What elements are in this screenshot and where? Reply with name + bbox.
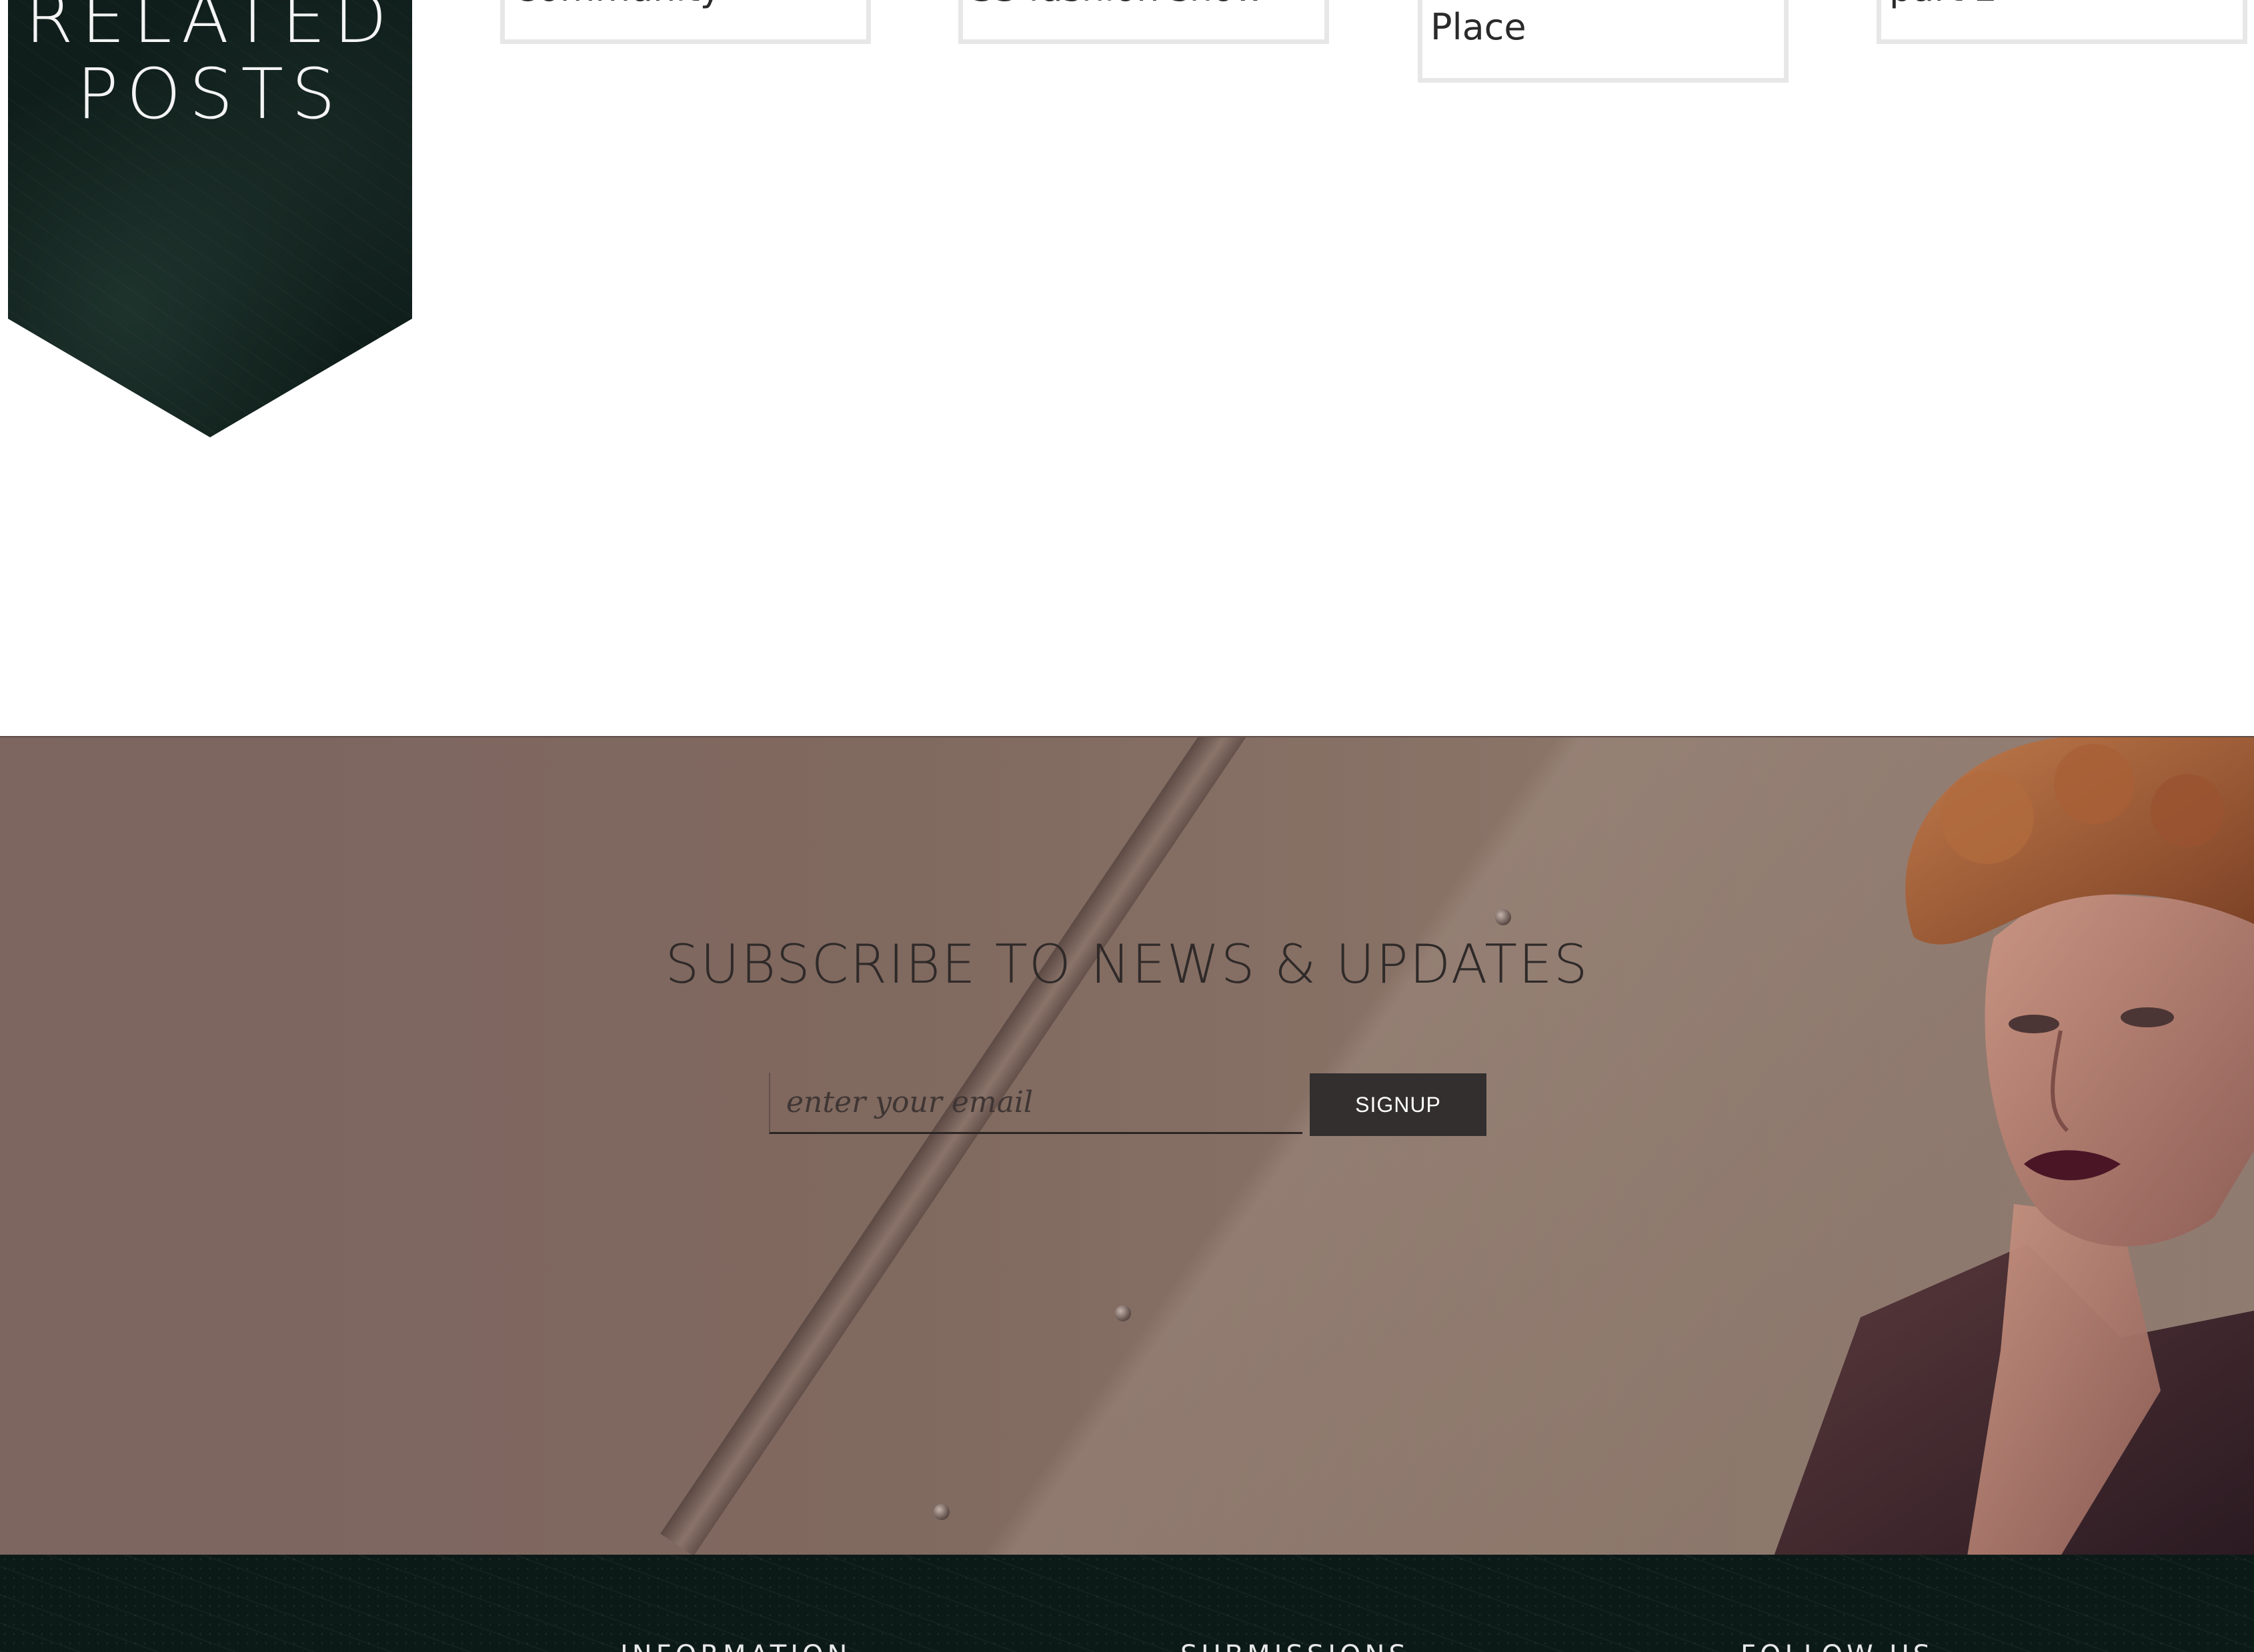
footer-column-information[interactable]: INFORMATION (620, 1640, 851, 1652)
background-bolt (934, 1504, 950, 1520)
related-post-card[interactable]: SS fashion show (958, 0, 1329, 44)
background-bolt (1495, 909, 1511, 925)
subscribe-section: SUBSCRIBE TO NEWS & UPDATES SIGNUP (0, 736, 2254, 1556)
signup-button[interactable]: SIGNUP (1310, 1073, 1486, 1136)
related-post-card[interactable]: Halloween Market Place (1418, 0, 1789, 83)
footer-column-submissions[interactable]: SUBMISSIONS (1180, 1640, 1410, 1652)
footer-column-follow-us[interactable]: FOLLOW US (1741, 1640, 1934, 1652)
model-portrait-image (1774, 737, 2254, 1556)
related-posts-title: RELATED POSTS (25, 0, 395, 135)
background-bolt (1115, 1305, 1131, 1321)
related-post-card[interactable]: Community (500, 0, 871, 44)
footer-texture (0, 1555, 2254, 1652)
footer: INFORMATION SUBMISSIONS FOLLOW US (0, 1555, 2254, 1652)
subscribe-title: SUBSCRIBE TO NEWS & UPDATES (665, 933, 1589, 995)
related-post-title: Halloween Market Place (1430, 0, 1753, 48)
related-post-title: Community (513, 0, 722, 10)
email-field[interactable] (769, 1073, 1302, 1134)
related-post-title: part 2 (1889, 0, 1997, 10)
related-post-card[interactable]: part 2 (1877, 0, 2247, 44)
related-post-title: SS fashion show (971, 0, 1264, 10)
related-posts-banner: RELATED POSTS (8, 0, 412, 437)
